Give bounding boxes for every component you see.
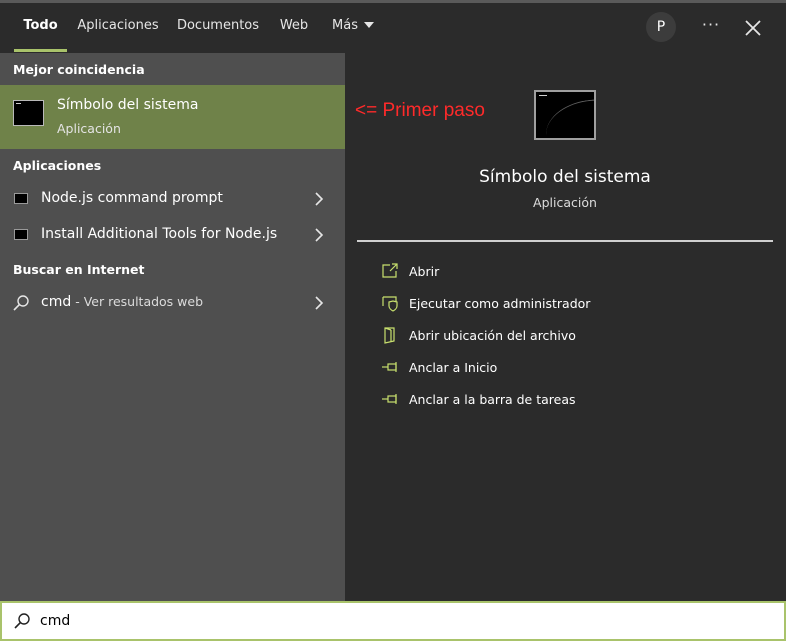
web-result-suffix: - Ver resultados web xyxy=(71,294,204,309)
action-label: Anclar a Inicio xyxy=(409,360,498,375)
open-icon xyxy=(382,263,398,278)
list-item-nodejs-tools[interactable]: Install Additional Tools for Node.js xyxy=(0,217,345,253)
action-open-file-location[interactable]: Abrir ubicación del archivo xyxy=(377,322,757,350)
section-header-web: Buscar en Internet xyxy=(13,262,145,277)
tab-aplicaciones[interactable]: Aplicaciones xyxy=(76,3,160,53)
best-match-item[interactable]: Símbolo del sistema Aplicación xyxy=(0,85,345,149)
search-header: Todo Aplicaciones Documentos Web Más P ·… xyxy=(0,3,786,53)
best-match-subtitle: Aplicación xyxy=(57,121,121,136)
tab-label: Todo xyxy=(23,18,58,33)
tab-label: Más xyxy=(332,18,358,33)
file-location-icon xyxy=(384,327,395,344)
section-header-best-match: Mejor coincidencia xyxy=(13,62,145,77)
avatar[interactable]: P xyxy=(646,12,676,42)
web-query: cmd xyxy=(41,294,72,310)
app-label: Install Additional Tools for Node.js xyxy=(41,226,278,242)
more-options-icon[interactable]: ··· xyxy=(698,15,724,39)
close-icon[interactable] xyxy=(740,15,766,41)
details-pane: Símbolo del sistema Aplicación Abrir Eje… xyxy=(357,66,773,601)
search-window: Todo Aplicaciones Documentos Web Más P ·… xyxy=(0,0,786,641)
results-pane: Mejor coincidencia Símbolo del sistema A… xyxy=(0,53,345,601)
shield-icon xyxy=(382,296,398,312)
list-item-nodejs-prompt[interactable]: Node.js command prompt xyxy=(0,181,345,217)
tab-web[interactable]: Web xyxy=(277,3,311,53)
action-pin-start[interactable]: Anclar a Inicio xyxy=(377,354,757,382)
tab-label: Aplicaciones xyxy=(77,18,159,33)
detail-title: Símbolo del sistema xyxy=(479,167,651,187)
list-item-web-search[interactable]: cmd - Ver resultados web xyxy=(0,285,345,321)
tab-documentos[interactable]: Documentos xyxy=(173,3,263,53)
web-result-label: cmd - Ver resultados web xyxy=(41,294,203,310)
divider xyxy=(357,240,773,242)
annotation-first-step: <= Primer paso xyxy=(355,100,485,121)
chevron-down-icon xyxy=(363,21,374,28)
section-header-apps: Aplicaciones xyxy=(13,158,102,173)
action-label: Abrir xyxy=(409,264,440,279)
active-tab-indicator xyxy=(14,49,67,52)
best-match-title: Símbolo del sistema xyxy=(57,97,199,113)
terminal-icon xyxy=(14,193,28,204)
action-label: Abrir ubicación del archivo xyxy=(409,328,576,343)
pin-icon xyxy=(382,362,397,372)
app-label: Node.js command prompt xyxy=(41,190,223,206)
detail-subtitle: Aplicación xyxy=(533,195,597,210)
pin-icon xyxy=(382,394,397,404)
tab-label: Web xyxy=(279,18,309,33)
action-label: Anclar a la barra de tareas xyxy=(409,392,576,407)
search-icon xyxy=(13,295,29,311)
prompt-cursor xyxy=(539,95,547,96)
chevron-right-icon[interactable] xyxy=(313,192,325,206)
chevron-right-icon[interactable] xyxy=(313,228,325,242)
command-prompt-icon xyxy=(13,100,44,126)
search-icon xyxy=(14,613,30,629)
search-input[interactable] xyxy=(40,608,740,634)
tab-todo[interactable]: Todo xyxy=(14,3,67,53)
action-pin-taskbar[interactable]: Anclar a la barra de tareas xyxy=(377,386,757,414)
search-bar[interactable] xyxy=(0,601,786,641)
tab-mas[interactable]: Más xyxy=(328,3,378,53)
action-abrir[interactable]: Abrir xyxy=(377,258,757,286)
screen-glare xyxy=(542,94,594,138)
action-label: Ejecutar como administrador xyxy=(409,296,591,311)
tab-label: Documentos xyxy=(176,18,260,33)
terminal-icon xyxy=(14,229,28,240)
action-run-as-admin[interactable]: Ejecutar como administrador xyxy=(377,290,757,318)
chevron-right-icon[interactable] xyxy=(313,296,325,310)
command-prompt-icon xyxy=(534,90,596,140)
